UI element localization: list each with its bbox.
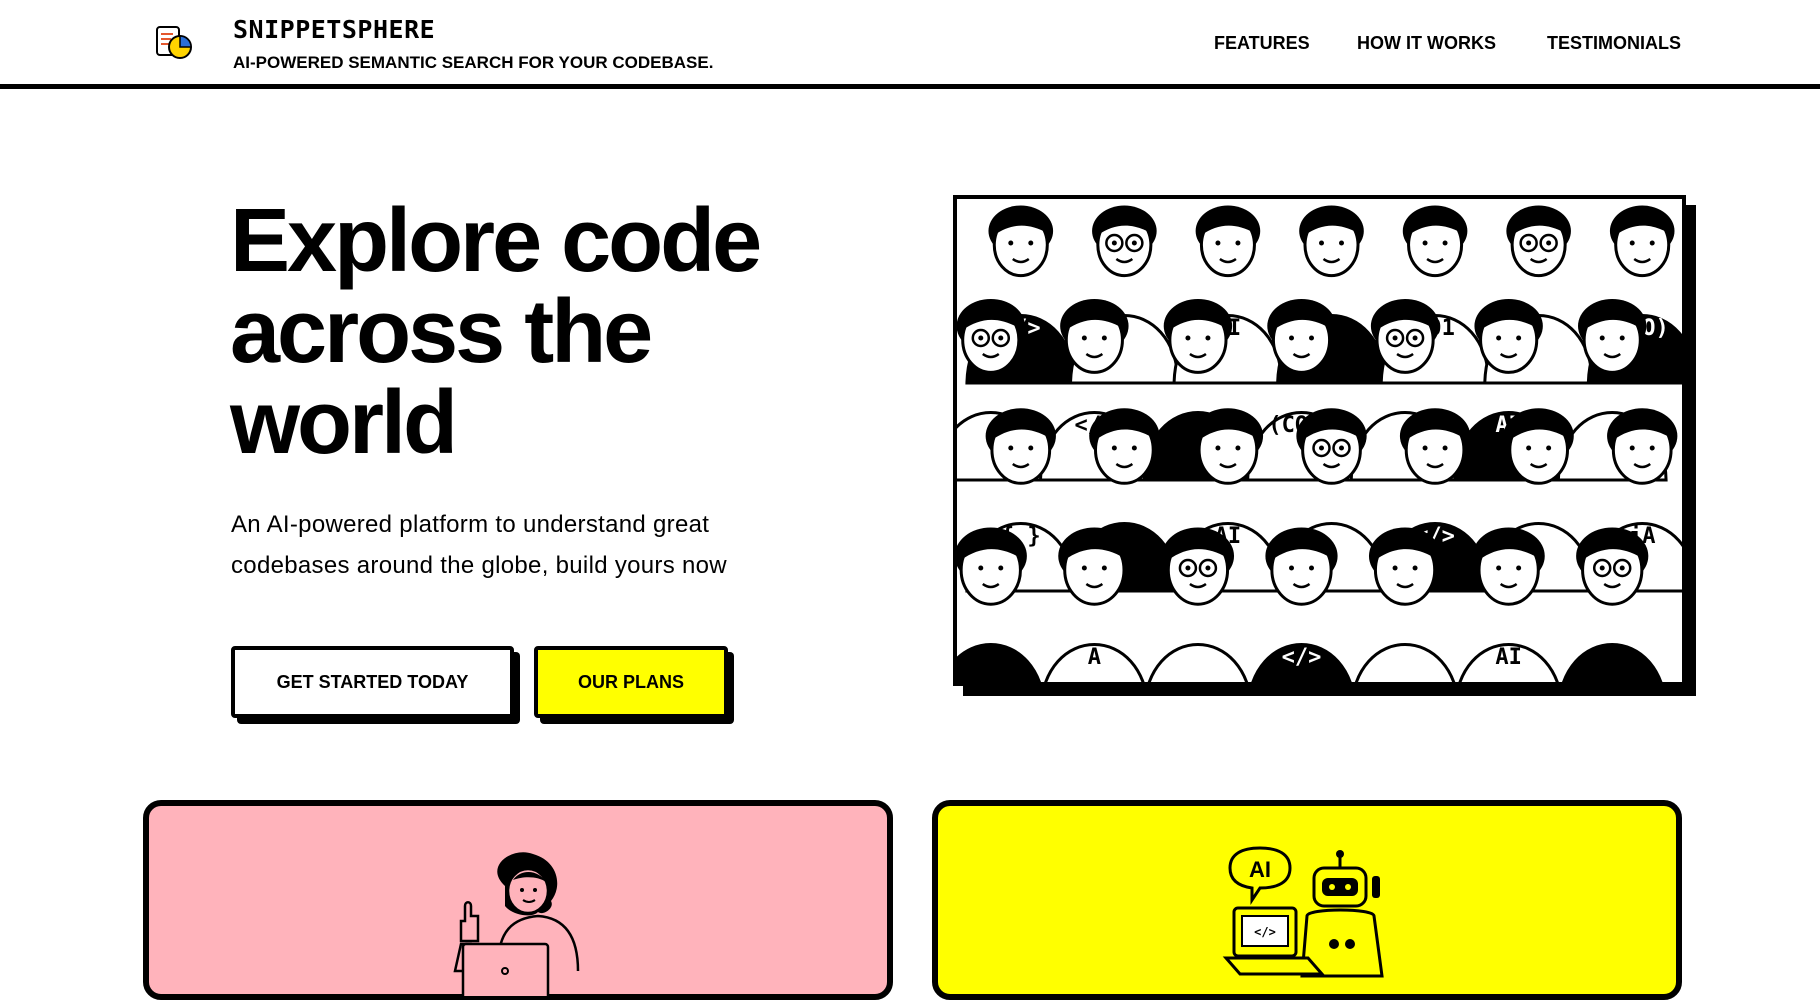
nav-link-testimonials[interactable]: TESTIMONIALS bbox=[1547, 33, 1681, 54]
svg-text:A: A bbox=[1088, 645, 1101, 670]
document-pie-chart-icon[interactable] bbox=[155, 25, 193, 61]
nav-link-features[interactable]: FEATURES bbox=[1214, 33, 1310, 54]
svg-text:</>: </> bbox=[1282, 645, 1322, 670]
woman-laptop-thumbs-up-illustration bbox=[453, 852, 580, 996]
crowd-illustration: </>AI101FOO)</>(CODEAI{ }AI</>iAA</>AI bbox=[953, 195, 1686, 686]
brand-name[interactable]: SNIPPETSPHERE bbox=[233, 15, 435, 44]
hero-subtitle-line: An AI-powered platform to understand gre… bbox=[231, 511, 710, 538]
hero-title-line: Explore code bbox=[230, 191, 762, 291]
brand-tagline: AI-POWERED SEMANTIC SEARCH FOR YOUR CODE… bbox=[233, 53, 714, 72]
hero-subtitle-line: codebases around the globe, build yours … bbox=[231, 552, 727, 579]
site-header: SNIPPETSPHERE AI-POWERED SEMANTIC SEARCH… bbox=[0, 0, 1820, 89]
feature-card-pink bbox=[143, 800, 893, 1000]
svg-text:</>: </> bbox=[1254, 925, 1276, 939]
our-plans-button[interactable]: OUR PLANS bbox=[534, 646, 728, 718]
feature-card-yellow: AI </> bbox=[932, 800, 1682, 1000]
nav-link-how-it-works[interactable]: HOW IT WORKS bbox=[1357, 33, 1496, 54]
hero-title-line: across the bbox=[230, 282, 653, 382]
hero-subtitle: An AI-powered platform to understand gre… bbox=[231, 504, 791, 586]
svg-text:AI: AI bbox=[1495, 645, 1522, 670]
hero-illustration: </>AI101FOO)</>(CODEAI{ }AI</>iAA</>AI bbox=[953, 195, 1696, 696]
get-started-button[interactable]: GET STARTED TODAY bbox=[231, 646, 514, 718]
robot-laptop-ai-illustration: AI </> bbox=[1222, 846, 1384, 978]
hero-title: Explore code across the world bbox=[230, 196, 830, 469]
hero-title-line: world bbox=[230, 373, 458, 473]
ai-bubble-text: AI bbox=[1249, 857, 1271, 882]
crowd-of-developers-illustration: </>AI101FOO)</>(CODEAI{ }AI</>iAA</>AI bbox=[957, 199, 1682, 682]
